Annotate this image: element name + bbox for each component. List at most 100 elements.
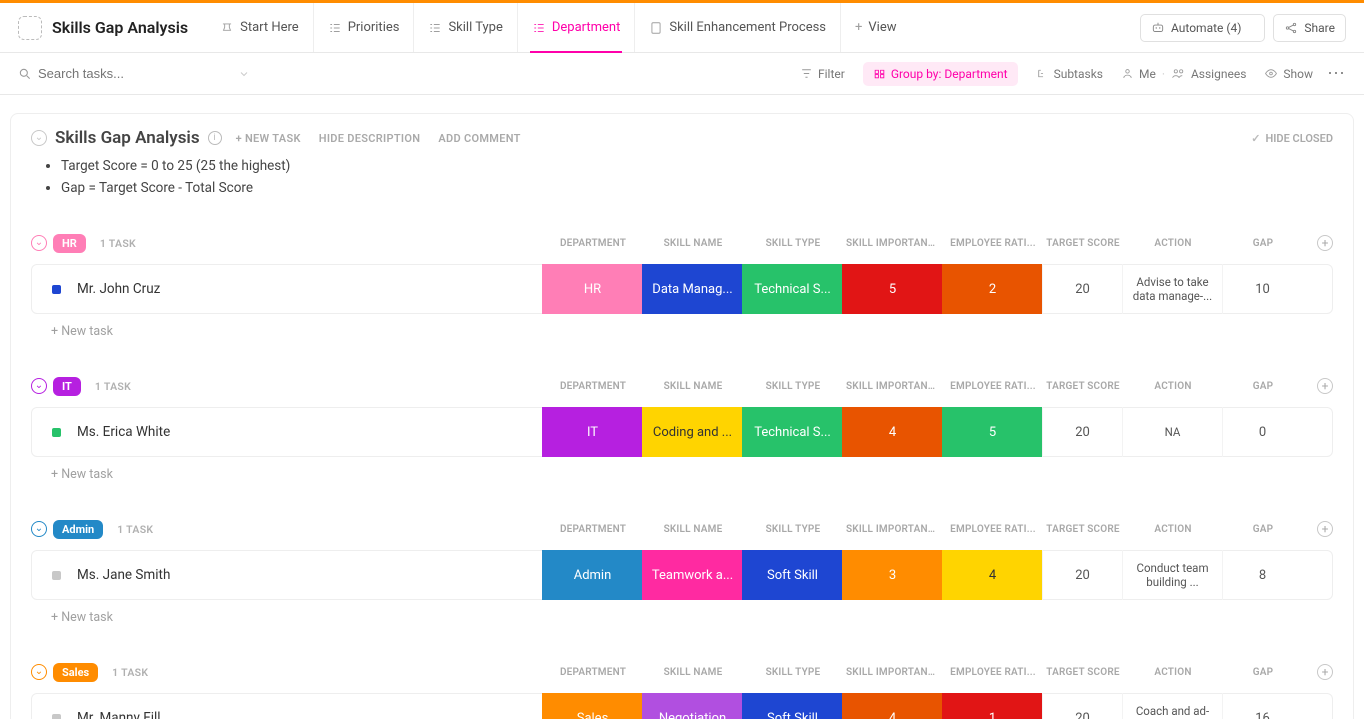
column-header[interactable]: DEPARTMENT [543, 667, 643, 678]
status-square-icon[interactable] [52, 428, 61, 437]
cell-target-score[interactable]: 20 [1042, 693, 1122, 719]
cell-department[interactable]: Admin [542, 550, 642, 600]
column-header[interactable]: ACTION [1123, 524, 1223, 535]
new-task-button[interactable]: + NEW TASK [236, 132, 301, 145]
cell-employee-rating[interactable]: 4 [942, 550, 1042, 600]
cell-department[interactable]: Sales [542, 693, 642, 719]
cell-department[interactable]: IT [542, 407, 642, 457]
share-button[interactable]: Share [1273, 14, 1346, 42]
column-header[interactable]: DEPARTMENT [543, 524, 643, 535]
search-input[interactable] [38, 66, 198, 81]
cell-action[interactable]: Advise to take data manage-... [1122, 264, 1222, 314]
group-badge[interactable]: Sales [53, 663, 98, 682]
column-header[interactable]: GAP [1223, 381, 1303, 392]
task-row[interactable]: Mr. John CruzHRData Manag...Technical S.… [31, 264, 1333, 314]
group-badge[interactable]: Admin [53, 520, 103, 539]
column-header[interactable]: TARGET SCORE [1043, 381, 1123, 392]
collapse-group-icon[interactable] [31, 235, 47, 251]
hide-closed-button[interactable]: HIDE CLOSED [1251, 132, 1333, 145]
add-comment-button[interactable]: ADD COMMENT [438, 132, 520, 145]
column-header[interactable]: SKILL IMPORTANC... [843, 667, 943, 678]
add-column-button[interactable]: + [1317, 378, 1333, 394]
status-square-icon[interactable] [52, 571, 61, 580]
automate-button[interactable]: Automate (4) [1140, 14, 1252, 42]
tab-skill-type[interactable]: Skill Type [413, 3, 516, 52]
cell-skill-name[interactable]: Coding and ... [642, 407, 742, 457]
new-task-inline[interactable]: + New task [51, 467, 1333, 482]
content-scroll[interactable]: Skills Gap Analysis i + NEW TASK HIDE DE… [0, 95, 1364, 719]
collapse-group-icon[interactable] [31, 521, 47, 537]
add-column-button[interactable]: + [1317, 664, 1333, 680]
tab-start-here[interactable]: Start Here [206, 3, 313, 52]
cell-employee-rating[interactable]: 1 [942, 693, 1042, 719]
column-header[interactable]: SKILL TYPE [743, 524, 843, 535]
cell-employee-rating[interactable]: 5 [942, 407, 1042, 457]
cell-gap[interactable]: 10 [1222, 264, 1302, 314]
cell-skill-importance[interactable]: 5 [842, 264, 942, 314]
group-badge[interactable]: IT [53, 377, 81, 396]
subtasks-button[interactable]: Subtasks [1036, 67, 1103, 81]
cell-skill-name[interactable]: Teamwork a... [642, 550, 742, 600]
task-row[interactable]: Ms. Jane SmithAdminTeamwork a...Soft Ski… [31, 550, 1333, 600]
add-column-button[interactable]: + [1317, 235, 1333, 251]
tab-priorities[interactable]: Priorities [313, 3, 414, 52]
tab-add-view[interactable]: + View [840, 3, 911, 52]
cell-target-score[interactable]: 20 [1042, 264, 1122, 314]
cell-employee-rating[interactable]: 2 [942, 264, 1042, 314]
column-header[interactable]: ACTION [1123, 381, 1223, 392]
more-menu[interactable]: ⋯ [1327, 63, 1346, 84]
cell-skill-name[interactable]: Negotiation [642, 693, 742, 719]
status-square-icon[interactable] [52, 714, 61, 720]
me-button[interactable]: Me [1121, 67, 1156, 81]
column-header[interactable]: SKILL TYPE [743, 667, 843, 678]
column-header[interactable]: TARGET SCORE [1043, 667, 1123, 678]
cell-action[interactable]: Conduct team building ... [1122, 550, 1222, 600]
cell-action[interactable]: NA [1122, 407, 1222, 457]
tab-skill-enhancement[interactable]: Skill Enhancement Process [634, 3, 840, 52]
column-header[interactable]: GAP [1223, 238, 1303, 249]
new-task-inline[interactable]: + New task [51, 324, 1333, 339]
column-header[interactable]: GAP [1223, 667, 1303, 678]
cell-target-score[interactable]: 20 [1042, 550, 1122, 600]
tab-department[interactable]: Department [517, 3, 635, 52]
column-header[interactable]: TARGET SCORE [1043, 238, 1123, 249]
cell-gap[interactable]: 0 [1222, 407, 1302, 457]
column-header[interactable]: EMPLOYEE RATI... [943, 667, 1043, 678]
group-badge[interactable]: HR [53, 234, 86, 253]
column-header[interactable]: SKILL IMPORTANC... [843, 524, 943, 535]
chevron-down-icon[interactable] [238, 68, 250, 80]
cell-gap[interactable]: 16 [1222, 693, 1302, 719]
collapse-group-icon[interactable] [31, 378, 47, 394]
filter-button[interactable]: Filter [800, 67, 845, 81]
column-header[interactable]: EMPLOYEE RATI... [943, 381, 1043, 392]
cell-target-score[interactable]: 20 [1042, 407, 1122, 457]
task-row[interactable]: Mr. Manny FillSalesNegotiationSoft Skill… [31, 693, 1333, 719]
column-header[interactable]: SKILL NAME [643, 238, 743, 249]
hide-description-button[interactable]: HIDE DESCRIPTION [319, 132, 421, 145]
show-button[interactable]: Show [1264, 67, 1313, 81]
info-icon[interactable]: i [208, 131, 222, 145]
assignees-button[interactable]: Assignees [1171, 67, 1246, 81]
group-by-button[interactable]: Group by: Department [863, 62, 1018, 86]
cell-skill-importance[interactable]: 4 [842, 407, 942, 457]
cell-skill-name[interactable]: Data Manag... [642, 264, 742, 314]
cell-skill-type[interactable]: Technical S... [742, 264, 842, 314]
column-header[interactable]: TARGET SCORE [1043, 524, 1123, 535]
column-header[interactable]: ACTION [1123, 667, 1223, 678]
new-task-inline[interactable]: + New task [51, 610, 1333, 625]
collapse-icon[interactable] [31, 130, 47, 146]
task-row[interactable]: Ms. Erica WhiteITCoding and ...Technical… [31, 407, 1333, 457]
column-header[interactable]: SKILL IMPORTANC... [843, 381, 943, 392]
cell-skill-importance[interactable]: 3 [842, 550, 942, 600]
column-header[interactable]: DEPARTMENT [543, 238, 643, 249]
collapse-group-icon[interactable] [31, 664, 47, 680]
column-header[interactable]: SKILL NAME [643, 667, 743, 678]
column-header[interactable]: SKILL TYPE [743, 238, 843, 249]
column-header[interactable]: EMPLOYEE RATI... [943, 238, 1043, 249]
column-header[interactable]: EMPLOYEE RATI... [943, 524, 1043, 535]
cell-skill-type[interactable]: Soft Skill [742, 550, 842, 600]
add-column-button[interactable]: + [1317, 521, 1333, 537]
cell-skill-type[interactable]: Technical S... [742, 407, 842, 457]
cell-skill-importance[interactable]: 4 [842, 693, 942, 719]
column-header[interactable]: DEPARTMENT [543, 381, 643, 392]
